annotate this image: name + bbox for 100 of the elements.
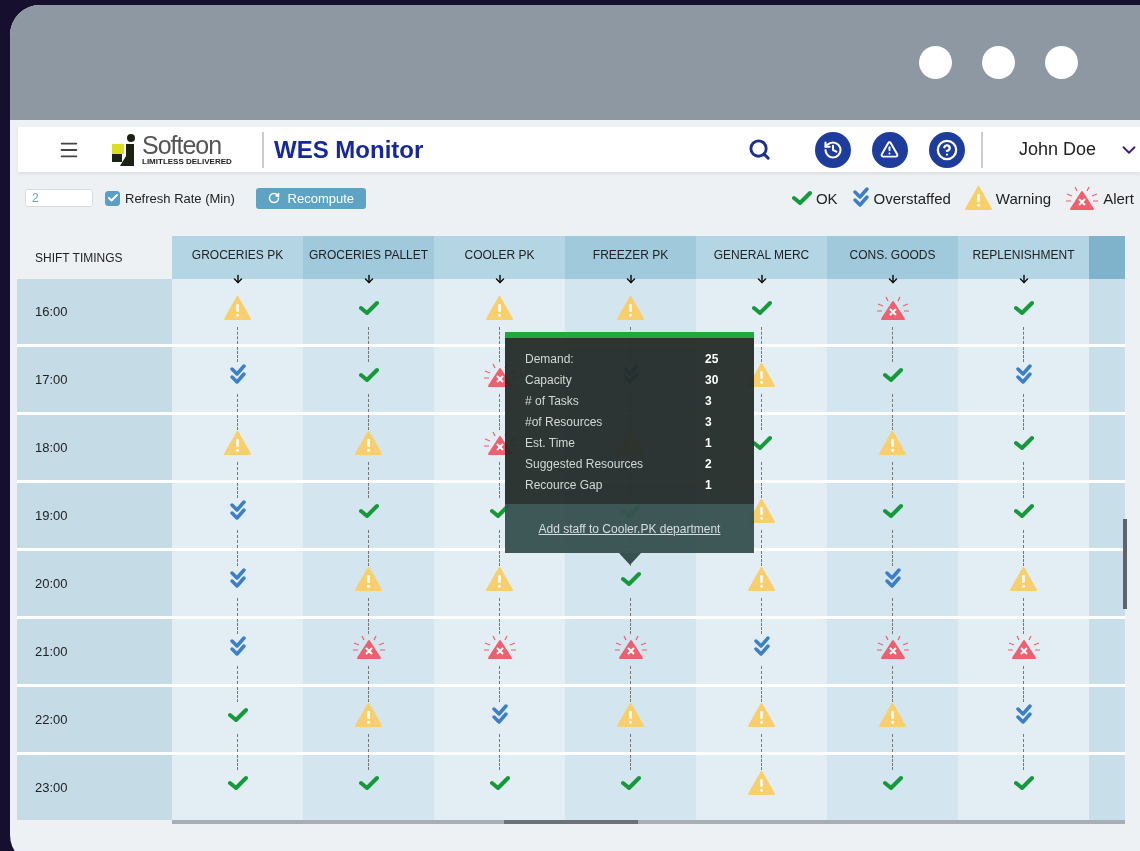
history-button[interactable] <box>814 131 851 168</box>
connector-line <box>237 347 238 362</box>
connector-line <box>499 326 500 344</box>
connector-line <box>1023 326 1024 344</box>
connector-line <box>1023 462 1024 480</box>
time-cell: 19:00 <box>17 483 172 548</box>
connector-line <box>237 530 238 548</box>
tooltip-label: Est. Time <box>525 436 576 450</box>
window-dot <box>919 46 952 79</box>
connector-line <box>368 326 369 344</box>
help-button[interactable] <box>928 131 965 168</box>
connector-line <box>761 483 762 498</box>
status-cell <box>1089 619 1125 684</box>
arrow-down-icon <box>886 273 899 285</box>
connector-line <box>1023 551 1024 566</box>
check-icon <box>358 300 379 317</box>
connector-line <box>761 530 762 548</box>
warning-icon <box>224 296 251 321</box>
alarm-icon <box>875 635 910 659</box>
arrow-down-icon <box>362 273 375 285</box>
add-staff-link[interactable]: Add staff to Cooler.PK department <box>538 521 721 536</box>
check-icon <box>358 367 379 383</box>
connector-line <box>892 415 893 430</box>
tooltip-value: 30 <box>705 373 719 387</box>
connector-line <box>237 755 238 770</box>
connector-line <box>237 734 238 752</box>
window-dot <box>1045 46 1078 79</box>
arrow-down-icon <box>755 273 768 285</box>
connector-line <box>368 598 369 616</box>
scrollbar-thumb[interactable] <box>1123 519 1127 609</box>
alarm-icon <box>875 296 910 321</box>
connector-line <box>761 551 762 566</box>
warning-icon <box>1010 567 1037 591</box>
connector-line <box>237 598 238 616</box>
alarm-icon <box>351 635 386 659</box>
tooltip-label: Demand: <box>525 352 575 366</box>
connector-line <box>892 483 893 498</box>
warning-icon <box>880 140 900 159</box>
connector-line <box>630 734 631 752</box>
connector-line <box>892 598 893 616</box>
status-cell <box>1089 483 1125 548</box>
connector-line <box>1023 734 1024 752</box>
tooltip-label: Capacity <box>525 373 573 387</box>
scrollbar-thumb[interactable] <box>504 820 638 824</box>
connector-line <box>892 394 893 412</box>
connector-line <box>368 755 369 770</box>
refresh-icon <box>267 192 280 204</box>
connector-line <box>499 755 500 770</box>
arrow-down-icon <box>1017 273 1030 285</box>
warning-button[interactable] <box>871 131 908 168</box>
connector-line <box>761 326 762 344</box>
connector-line <box>892 551 893 566</box>
connector-line <box>892 326 893 344</box>
connector-line <box>499 462 500 480</box>
user-menu[interactable]: John Doe <box>1018 138 1140 161</box>
warning-icon <box>617 703 644 727</box>
tooltip-value: 2 <box>705 457 712 471</box>
time-cell: 23:00 <box>17 755 172 820</box>
connector-line <box>237 687 238 702</box>
check-icon <box>489 775 510 791</box>
warning-icon <box>486 567 513 591</box>
connector-line <box>237 666 238 684</box>
connector-line <box>1023 415 1024 430</box>
connector-line <box>761 734 762 752</box>
connector-line <box>499 347 500 362</box>
connector-line <box>1023 598 1024 616</box>
time-cell: 20:00 <box>17 551 172 616</box>
connector-line <box>237 551 238 566</box>
time-cell: 18:00 <box>17 415 172 480</box>
tooltip-value: 3 <box>705 415 712 429</box>
connector-line <box>237 415 238 430</box>
warning-icon <box>748 567 775 591</box>
arrow-down-icon <box>493 273 506 285</box>
double-check-icon <box>228 500 247 522</box>
connector-line <box>368 415 369 430</box>
connector-line <box>630 666 631 684</box>
connector-line <box>368 734 369 752</box>
connector-line <box>1023 619 1024 634</box>
status-cell <box>1089 279 1125 344</box>
window-dot <box>982 46 1015 79</box>
legend-item: OK <box>791 189 838 207</box>
connector-line <box>1023 687 1024 702</box>
check-icon <box>882 775 903 791</box>
refresh-checkbox[interactable] <box>105 190 120 206</box>
connector-line <box>761 687 762 702</box>
connector-line <box>499 415 500 430</box>
connector-line <box>761 666 762 684</box>
connector-line <box>368 483 369 498</box>
check-icon <box>358 775 379 791</box>
check-icon <box>620 775 641 791</box>
connector-line <box>368 462 369 480</box>
connector-line <box>761 415 762 430</box>
connector-line <box>237 326 238 344</box>
connector-line <box>892 734 893 752</box>
search-button[interactable] <box>747 138 771 161</box>
warning-icon <box>617 296 644 321</box>
connector-line <box>630 687 631 702</box>
check-icon <box>882 503 903 519</box>
legend-item: Alert <box>1065 186 1134 210</box>
connector-line <box>1023 483 1024 498</box>
